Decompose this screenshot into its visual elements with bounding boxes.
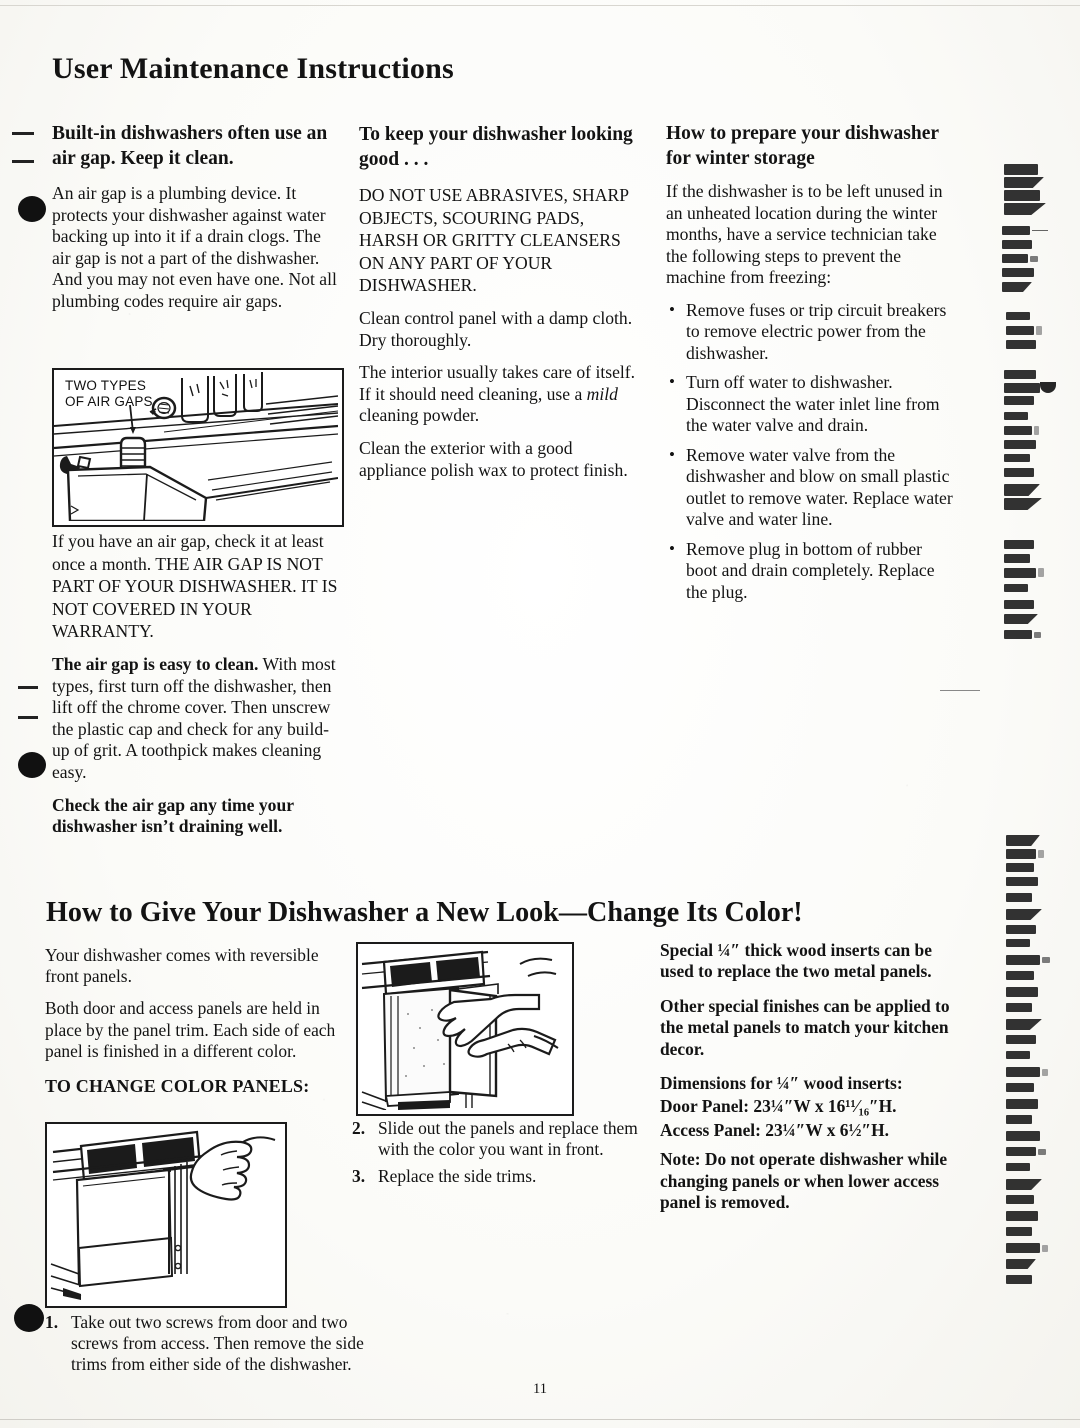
wood-inserts-paragraph-1: Special ¼″ thick wood inserts can be use…: [660, 940, 932, 982]
page-title: User Maintenance Instructions: [52, 52, 454, 85]
panel-change-note: Note: Do not operate dishwasher while ch…: [660, 1149, 948, 1213]
pen-dash-lower: [18, 686, 38, 689]
step-2: 2. Slide out the panels and replace them …: [352, 1118, 652, 1160]
dimension-access-panel: Access Panel: 23¼″W x 6½″H.: [660, 1119, 889, 1140]
air-gap-easy-clean-lead: The air gap is easy to clean.: [52, 653, 259, 674]
column-air-gap-continued: If you have an air gap, check it at leas…: [52, 530, 342, 849]
list-item: Turn off water to dishwasher. Disconnect…: [666, 371, 956, 437]
screwdriver-diagram-svg: [47, 1124, 281, 1302]
list-item: Remove water valve from the dishwasher a…: [666, 444, 956, 531]
ink-smudge-top-left: [18, 196, 46, 222]
looking-good-paragraph-4: Clean the exterior with a good appliance…: [359, 437, 628, 480]
bottom-edge-line: [0, 1419, 1080, 1420]
step-2-number: 2.: [352, 1118, 366, 1138]
pen-dash-lower-2: [18, 716, 38, 719]
column-reversible-panels: Your dishwasher comes with reversible fr…: [45, 945, 345, 1097]
reversible-panels-paragraph-2: Both door and access panels are held in …: [45, 998, 336, 1061]
heading-looking-good: To keep your dishwasher looking good . .…: [359, 124, 633, 170]
air-gap-paragraph-3: The air gap is easy to clean. With most …: [52, 654, 342, 784]
scan-bleed-artifact-mid: [1000, 540, 1080, 660]
step-3-number: 3.: [352, 1166, 366, 1187]
step-2-text: Slide out the panels and replace them wi…: [378, 1118, 638, 1160]
looking-good-paragraph-3: The interior usually takes care of itsel…: [359, 362, 637, 427]
column-air-gap: Built-in dishwashers often use an air ga…: [52, 122, 339, 324]
step-1-number: 1.: [45, 1312, 59, 1332]
wood-inserts-paragraph-2: Other special finishes can be applied to…: [660, 995, 950, 1059]
winter-storage-step-list: Remove fuses or trip circuit breakers to…: [666, 299, 956, 604]
slide-out-panel-illustration: [356, 942, 574, 1116]
slide-panel-diagram-svg: [358, 944, 568, 1111]
reversible-panels-paragraph-1: Your dishwasher comes with reversible fr…: [45, 945, 319, 987]
column-winter-storage: How to prepare your dishwasher for winte…: [666, 122, 956, 611]
interior-text-b: cleaning powder.: [359, 405, 480, 426]
step-1-text: Take out two screws from door and two sc…: [71, 1312, 364, 1375]
list-item: Remove fuses or trip circuit breakers to…: [666, 299, 956, 365]
air-gap-sink-illustration: TWO TYPES OF AIR GAPS: [52, 368, 344, 527]
dimension-door-panel: Door Panel: 23¼″W x 16¹¹⁄₁₆″H.: [660, 1096, 897, 1117]
step-1: 1. Take out two screws from door and two …: [45, 1312, 379, 1376]
heading-winter-storage: How to prepare your dishwasher for winte…: [666, 123, 939, 169]
scan-bleed-artifact-upper: [1000, 160, 1080, 530]
list-item: Remove plug in bottom of rubber boot and…: [666, 538, 956, 604]
column-panel-steps: 2. Slide out the panels and replace them …: [352, 1118, 652, 1194]
page-number: 11: [533, 1381, 547, 1397]
air-gap-paragraph-1: An air gap is a plumbing device. It prot…: [52, 183, 337, 311]
winter-storage-intro: If the dishwasher is to be left unused i…: [666, 181, 943, 288]
remove-screws-illustration: [45, 1122, 287, 1308]
column-looking-good: To keep your dishwasher looking good . .…: [359, 122, 637, 492]
section-heading-change-color: How to Give Your Dishwasher a New Look—C…: [46, 896, 803, 928]
air-gap-paragraph-2: If you have an air gap, check it at leas…: [52, 531, 338, 642]
column-wood-inserts: Special ¼″ thick wood inserts can be use…: [660, 940, 962, 1226]
scan-bleed-artifact-lower: [1000, 835, 1080, 1295]
heading-air-gap: Built-in dishwashers often use an air ga…: [52, 123, 328, 169]
interior-text-italic: mild: [586, 383, 618, 404]
air-gap-paragraph-4: Check the air gap any time your dishwash…: [52, 794, 294, 837]
dimensions-heading: Dimensions for ¼″ wood inserts:: [660, 1073, 903, 1094]
looking-good-paragraph-2: Clean control panel with a damp cloth. D…: [359, 307, 633, 350]
top-edge-line: [0, 5, 1080, 6]
ink-smudge-bottom-left: [14, 1304, 44, 1332]
to-change-color-panels-caption: TO CHANGE COLOR PANELS:: [45, 1076, 310, 1097]
pen-dash-right-margin: [940, 690, 980, 691]
step-3: 3. Replace the side trims.: [352, 1166, 652, 1187]
pen-dash-upper-2: [12, 160, 34, 163]
looking-good-warning: DO NOT USE ABRASIVES, SHARP OBJECTS, SCO…: [359, 185, 629, 296]
step-3-text: Replace the side trims.: [378, 1166, 537, 1187]
page-canvas: User Maintenance Instructions Built-in d…: [0, 0, 1080, 1428]
figure-label-line2: OF AIR GAPS: [65, 394, 153, 409]
pen-dash-upper: [12, 132, 34, 135]
figure-label-line1: TWO TYPES: [65, 378, 147, 393]
ink-smudge-mid-left: [18, 752, 46, 778]
